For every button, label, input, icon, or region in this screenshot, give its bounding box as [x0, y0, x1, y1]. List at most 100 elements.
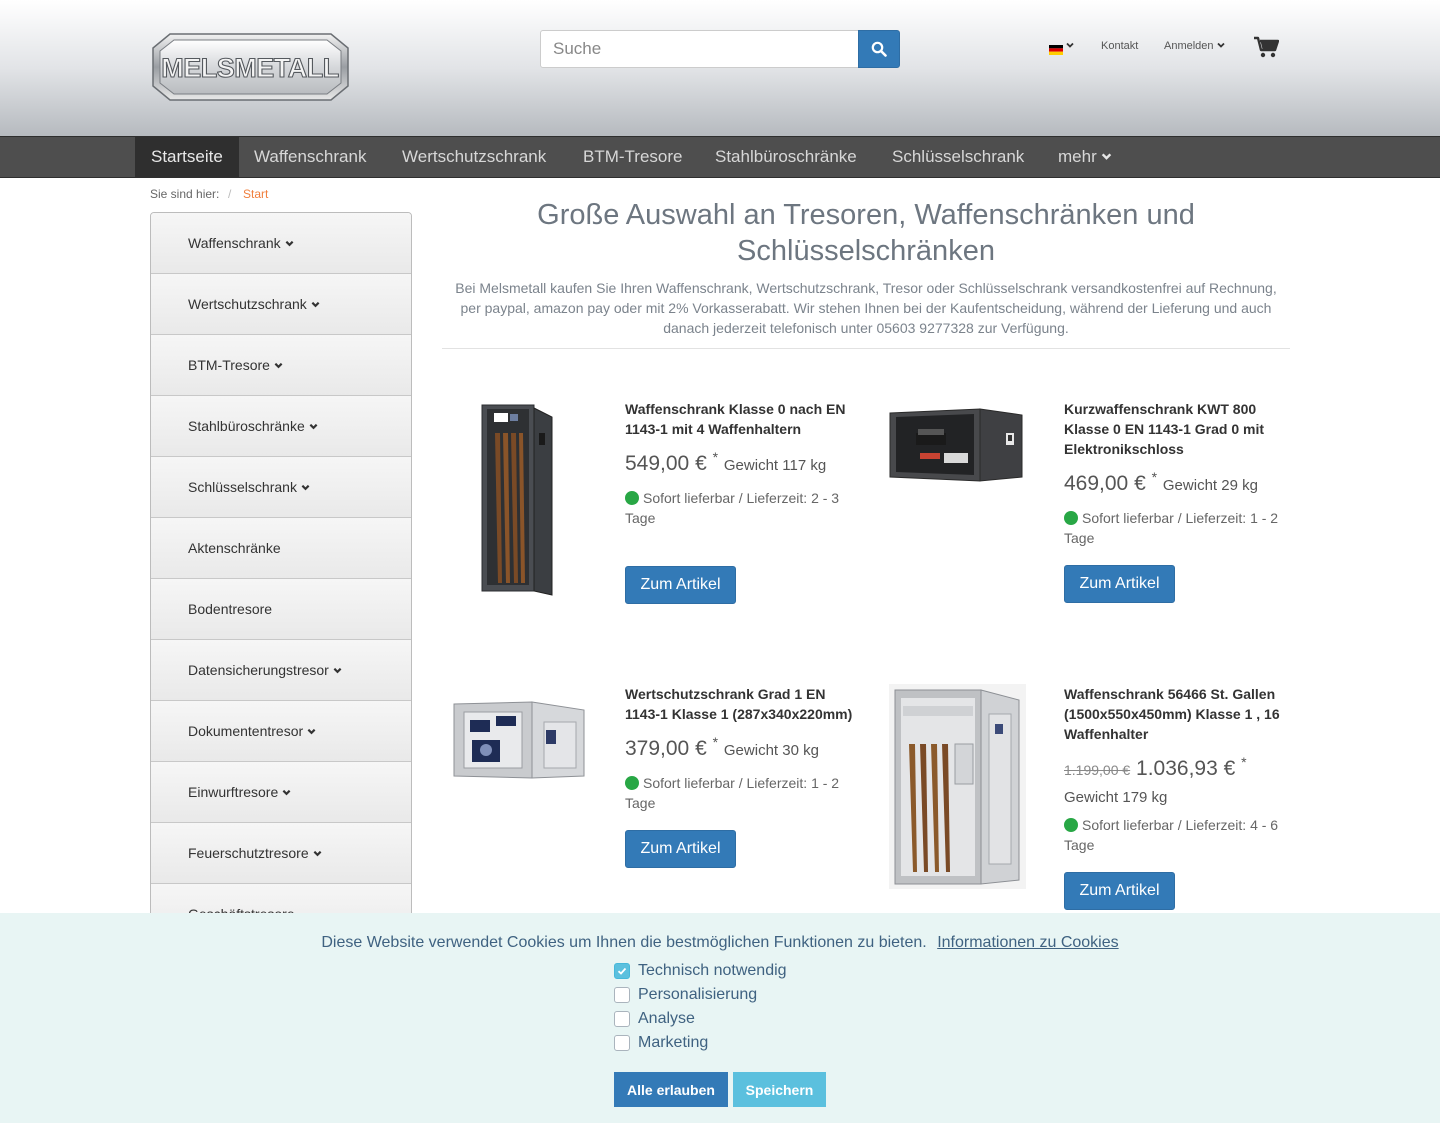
save-button[interactable]: Speichern [733, 1072, 826, 1107]
sidebar-item-wertschutzschrank[interactable]: Wertschutzschrank [151, 274, 411, 335]
cookie-message: Diese Website verwendet Cookies um Ihnen… [0, 934, 1440, 952]
chevron-down-icon [274, 362, 283, 368]
sidebar-item-bodentresore[interactable]: Bodentresore [151, 579, 411, 640]
product-price: 469,00 € * Gewicht 29 kg [1064, 469, 1258, 496]
product-weight-line: Gewicht 179 kg [1064, 784, 1167, 808]
sidebar-item-schluesselschrank[interactable]: Schlüsselschrank [151, 457, 411, 518]
chevron-down-icon [285, 240, 294, 246]
melsmetall-logo[interactable]: MELSMETALL [152, 33, 349, 101]
zum-artikel-button[interactable]: Zum Artikel [1064, 565, 1175, 603]
allow-all-button[interactable]: Alle erlauben [614, 1072, 728, 1107]
flag-de-icon[interactable] [1049, 42, 1063, 55]
sidebar-item-btm-tresore[interactable]: BTM-Tresore [151, 335, 411, 396]
cookie-option-technisch[interactable]: Technisch notwendig [614, 961, 787, 981]
price-value: 1.036,93 € [1136, 757, 1236, 780]
chevron-down-icon [282, 789, 291, 795]
chevron-down-icon [301, 484, 310, 490]
availability: Sofort lieferbar / Lieferzeit: 1 - 2 Tag… [1064, 508, 1289, 548]
availability: Sofort lieferbar / Lieferzeit: 1 - 2 Tag… [625, 773, 850, 813]
availability-text: Sofort lieferbar / Lieferzeit: 1 - 2 Tag… [1064, 510, 1279, 546]
cookie-option-analyse[interactable]: Analyse [614, 1009, 695, 1029]
product-price: 379,00 € * Gewicht 30 kg [625, 734, 819, 761]
sidebar-item-dokumententresor[interactable]: Dokumententresor [151, 701, 411, 762]
checkbox-icon[interactable] [614, 1011, 630, 1027]
anmelden-link[interactable]: Anmelden [1164, 40, 1225, 52]
price-value: 549,00 € [625, 452, 707, 475]
availability: Sofort lieferbar / Lieferzeit: 4 - 6 Tag… [1064, 815, 1289, 855]
cookie-option-label: Analyse [638, 1010, 695, 1027]
nav-item-wertschutzschrank[interactable]: Wertschutzschrank [386, 137, 562, 177]
product-price: 549,00 € * Gewicht 117 kg [625, 449, 826, 476]
old-price: 1.199,00 € [1064, 762, 1131, 778]
cookie-option-label: Marketing [638, 1034, 709, 1051]
checkbox-icon[interactable] [614, 1035, 630, 1051]
product-weight: Gewicht 30 kg [723, 742, 819, 759]
page-title: Große Auswahl an Tresoren, Waffenschränk… [537, 199, 1195, 267]
search-button[interactable] [858, 30, 900, 68]
checkbox-checked-icon[interactable] [614, 963, 630, 979]
price-value: 379,00 € [625, 737, 707, 760]
sidebar-item-aktenschraenke[interactable]: Aktenschränke [151, 518, 411, 579]
cart-icon[interactable] [1253, 36, 1280, 58]
checkbox-icon[interactable] [614, 987, 630, 1003]
product-image-short-gun-safe[interactable] [888, 405, 1024, 492]
sidebar-item-feuerschutztresore[interactable]: Feuerschutztresore [151, 823, 411, 884]
kontakt-link[interactable]: Kontakt [1101, 40, 1138, 52]
availability: Sofort lieferbar / Lieferzeit: 2 - 3 Tag… [625, 488, 850, 528]
availability-text: Sofort lieferbar / Lieferzeit: 2 - 3 Tag… [625, 490, 840, 526]
logo-text: MELSMETALL [161, 53, 338, 83]
cookie-option-personalisierung[interactable]: Personalisierung [614, 985, 757, 1005]
zum-artikel-button[interactable]: Zum Artikel [625, 830, 736, 868]
chevron-down-icon[interactable] [1066, 41, 1074, 51]
cookie-info-link[interactable]: Informationen zu Cookies [937, 934, 1118, 951]
product-title[interactable]: Waffenschrank 56466 St. Gallen (1500x550… [1064, 684, 1289, 744]
sidebar-item-label: Waffenschrank [188, 235, 281, 251]
nav-item-schluesselschrank[interactable]: Schlüsselschrank [876, 137, 1040, 177]
breadcrumb-label: Sie sind hier: [150, 187, 220, 201]
product-title[interactable]: Wertschutzschrank Grad 1 EN 1143-1 Klass… [625, 684, 855, 724]
cookie-option-label: Technisch notwendig [638, 962, 787, 979]
sidebar-item-label: Einwurftresore [188, 784, 279, 800]
breadcrumb-separator: / [228, 187, 232, 201]
product-weight: Gewicht 29 kg [1162, 477, 1258, 494]
sidebar-item-label: Schlüsselschrank [188, 479, 297, 495]
available-dot-icon [1064, 818, 1078, 832]
chevron-down-icon [307, 728, 316, 734]
chevron-down-icon [333, 667, 342, 673]
intro-text: Bei Melsmetall kaufen Sie Ihren Waffensc… [455, 280, 1277, 336]
breadcrumb-start-link[interactable]: Start [243, 187, 268, 201]
zum-artikel-button[interactable]: Zum Artikel [1064, 872, 1175, 910]
chevron-down-icon [311, 301, 320, 307]
anmelden-label: Anmelden [1164, 40, 1214, 52]
sidebar-item-datensicherungstresor[interactable]: Datensicherungstresor [151, 640, 411, 701]
search-icon [871, 41, 887, 57]
sidebar-item-label: Dokumententresor [188, 723, 304, 739]
product-weight: Gewicht 179 kg [1064, 789, 1168, 806]
sidebar-item-label: Stahlbüroschränke [188, 418, 305, 434]
search-input[interactable] [540, 30, 859, 68]
product-image-gun-safe[interactable] [480, 403, 555, 603]
nav-mehr-label: mehr [1058, 147, 1097, 166]
product-title[interactable]: Waffenschrank Klasse 0 nach EN 1143-1 mi… [625, 399, 855, 439]
product-image-value-safe[interactable] [452, 700, 586, 787]
chevron-down-icon [313, 850, 322, 856]
nav-item-mehr[interactable]: mehr [1042, 137, 1128, 177]
nav-item-btm-tresore[interactable]: BTM-Tresore [567, 137, 699, 177]
nav-item-stahlbueroschraenke[interactable]: Stahlbüroschränke [699, 137, 873, 177]
nav-item-startseite[interactable]: Startseite [135, 137, 239, 177]
available-dot-icon [1064, 511, 1078, 525]
cookie-option-marketing[interactable]: Marketing [614, 1033, 708, 1053]
product-image-st-gallen-safe[interactable] [889, 684, 1026, 894]
sidebar-item-einwurftresore[interactable]: Einwurftresore [151, 762, 411, 823]
price-asterisk: * [1241, 754, 1247, 770]
cookie-banner: Diese Website verwendet Cookies um Ihnen… [0, 913, 1440, 1123]
price-asterisk: * [712, 449, 719, 465]
zum-artikel-button[interactable]: Zum Artikel [625, 566, 736, 604]
sidebar-item-stahlbueroschraenke[interactable]: Stahlbüroschränke [151, 396, 411, 457]
sidebar-item-waffenschrank[interactable]: Waffenschrank [151, 213, 411, 274]
product-title[interactable]: Kurzwaffenschrank KWT 800 Klasse 0 EN 11… [1064, 399, 1289, 459]
nav-item-waffenschrank[interactable]: Waffenschrank [238, 137, 382, 177]
sidebar-item-label: Datensicherungstresor [188, 662, 329, 678]
price-value: 469,00 € [1064, 472, 1146, 495]
chevron-down-icon [1102, 153, 1112, 160]
